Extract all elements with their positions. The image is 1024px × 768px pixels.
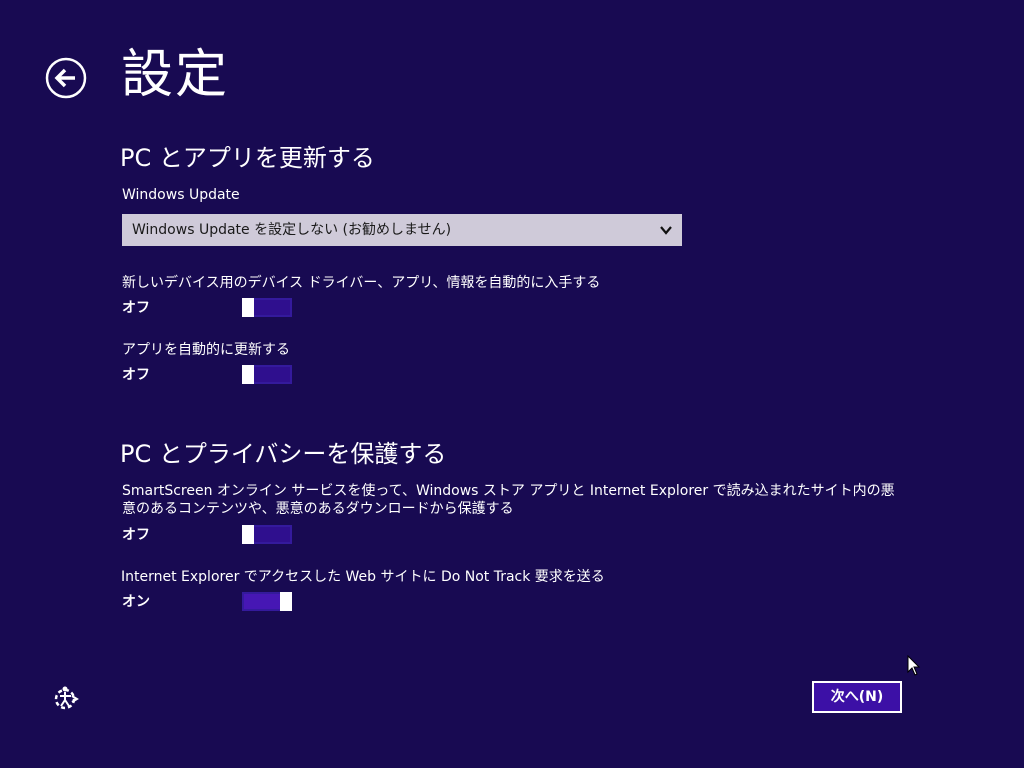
driver-toggle-state: オフ	[122, 300, 150, 316]
toggle-fill	[254, 300, 290, 315]
page-title: 設定	[121, 45, 230, 105]
ease-of-access-icon[interactable]	[52, 684, 80, 712]
next-button[interactable]: 次へ(N)	[812, 681, 902, 713]
section-title-privacy: PC とプライバシーを保護する	[120, 440, 447, 468]
dnt-toggle-state: オン	[122, 594, 150, 610]
toggle-thumb	[280, 592, 292, 611]
settings-page: 設定 PC とアプリを更新する Windows Update Windows U…	[0, 0, 1024, 768]
mouse-cursor-icon	[907, 655, 921, 676]
chevron-down-icon	[660, 226, 672, 235]
dnt-toggle-label: Internet Explorer でアクセスした Web サイトに Do No…	[121, 569, 605, 585]
toggle-fill	[244, 594, 280, 609]
toggle-thumb	[242, 298, 254, 317]
smartscreen-toggle-switch[interactable]	[242, 525, 292, 544]
toggle-thumb	[242, 525, 254, 544]
smartscreen-toggle-state: オフ	[122, 527, 150, 543]
driver-toggle-switch[interactable]	[242, 298, 292, 317]
windows-update-label: Windows Update	[122, 187, 240, 203]
toggle-fill	[254, 527, 290, 542]
back-arrow-icon[interactable]	[45, 57, 87, 99]
windows-update-selected: Windows Update を設定しない (お勧めしません)	[132, 222, 452, 238]
dnt-toggle-switch[interactable]	[242, 592, 292, 611]
section-title-update: PC とアプリを更新する	[120, 144, 375, 172]
smartscreen-toggle-label: SmartScreen オンライン サービスを使って、Windows ストア ア…	[122, 483, 895, 517]
app-update-toggle-state: オフ	[122, 367, 150, 383]
toggle-fill	[254, 367, 290, 382]
driver-toggle-label: 新しいデバイス用のデバイス ドライバー、アプリ、情報を自動的に入手する	[122, 275, 601, 291]
app-update-toggle-switch[interactable]	[242, 365, 292, 384]
windows-update-dropdown[interactable]: Windows Update を設定しない (お勧めしません)	[122, 214, 682, 246]
app-update-toggle-label: アプリを自動的に更新する	[122, 342, 290, 358]
toggle-thumb	[242, 365, 254, 384]
